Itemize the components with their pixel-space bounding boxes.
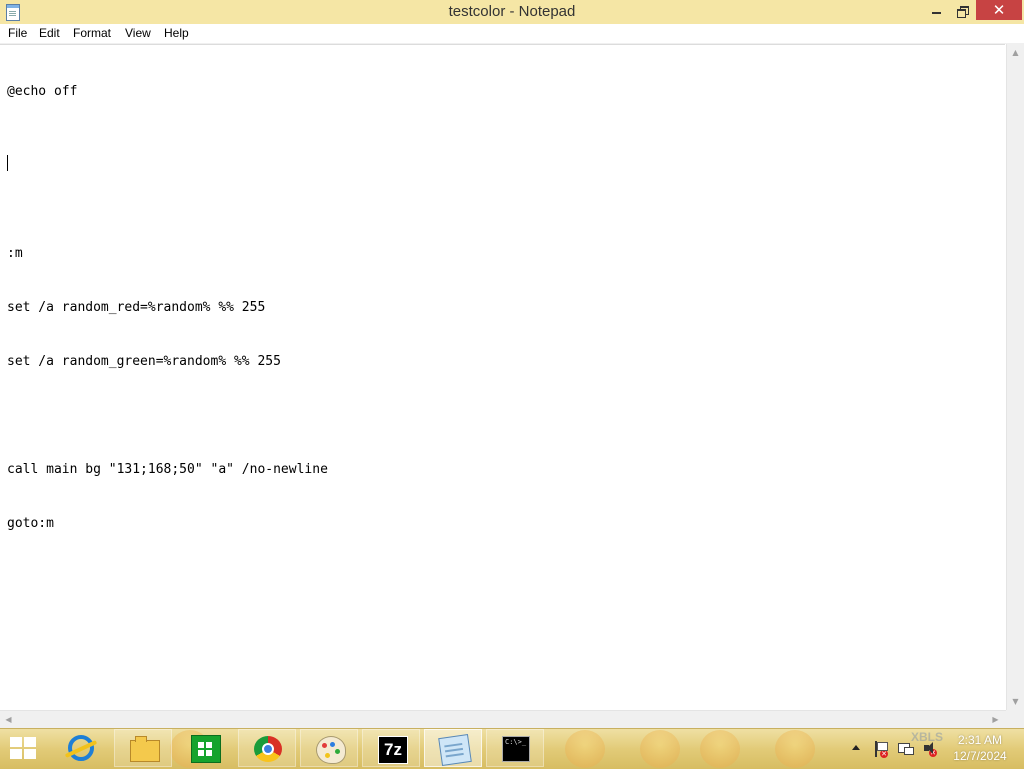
- chrome-icon: [254, 736, 282, 762]
- wallpaper-face: [640, 730, 680, 768]
- menu-edit[interactable]: Edit: [35, 25, 64, 41]
- store-icon: [191, 735, 221, 763]
- size-grip[interactable]: [1006, 710, 1024, 728]
- scroll-down-icon[interactable]: ▼: [1007, 693, 1024, 710]
- show-hidden-icons-chevron-icon[interactable]: [852, 745, 860, 750]
- windows-logo-pane: [24, 749, 36, 759]
- restore-icon: [957, 5, 969, 18]
- start-button[interactable]: [10, 737, 38, 761]
- menu-format[interactable]: Format: [69, 25, 115, 41]
- clock-time: 2:31 AM: [957, 733, 1003, 747]
- volume-icon[interactable]: ✕: [922, 741, 937, 757]
- taskbar-7zip[interactable]: 7z: [362, 729, 420, 767]
- code-line: :m: [7, 246, 23, 261]
- vertical-scrollbar[interactable]: ▲ ▼: [1006, 44, 1024, 710]
- clock-date: 12/7/2024: [953, 749, 1007, 763]
- code-line: goto:m: [7, 516, 54, 531]
- scroll-up-icon[interactable]: ▲: [1007, 44, 1024, 61]
- taskbar-internet-explorer[interactable]: [52, 729, 110, 767]
- scroll-left-icon[interactable]: ◀: [0, 711, 17, 728]
- window-title: testcolor - Notepad: [448, 3, 576, 20]
- menu-bar: File Edit Format View Help: [0, 24, 1024, 44]
- code-line: @echo off: [7, 84, 78, 99]
- 7zip-icon: 7z: [378, 736, 408, 764]
- minimize-button[interactable]: [922, 0, 950, 20]
- taskbar-notepad[interactable]: [424, 729, 482, 767]
- close-icon: ✕: [992, 1, 1006, 19]
- minimize-icon: [931, 11, 941, 14]
- taskbar-store[interactable]: [176, 729, 234, 767]
- file-explorer-icon: [130, 736, 160, 762]
- action-center-flag-icon[interactable]: ✕: [873, 741, 888, 758]
- taskbar-chrome[interactable]: [238, 729, 296, 767]
- network-icon[interactable]: [898, 741, 914, 755]
- error-badge-icon: ✕: [880, 750, 888, 758]
- wallpaper-face: [700, 730, 740, 768]
- mute-badge-icon: ✕: [929, 749, 937, 757]
- wallpaper-face: [775, 730, 815, 768]
- close-button[interactable]: ✕: [976, 0, 1022, 20]
- store-pane: [206, 742, 212, 748]
- code-line: set /a random_green=%random% %% 255: [7, 354, 281, 369]
- menu-view[interactable]: View: [121, 25, 155, 41]
- text-caret: [7, 155, 8, 171]
- taskbar-file-explorer[interactable]: [114, 729, 172, 767]
- title-bar[interactable]: testcolor - Notepad ✕: [0, 0, 1024, 25]
- restore-button[interactable]: [948, 0, 976, 20]
- windows-logo-pane: [10, 749, 22, 759]
- store-pane: [198, 742, 204, 748]
- code-line: set /a random_red=%random% %% 255: [7, 300, 266, 315]
- store-pane: [206, 750, 212, 756]
- windows-logo-icon: [10, 737, 22, 747]
- taskbar-clock[interactable]: 2:31 AM 12/7/2024: [948, 732, 1012, 764]
- paint-icon: [316, 736, 346, 764]
- editor-content[interactable]: @echo off :m set /a random_red=%random% …: [7, 47, 328, 569]
- wallpaper-face: [565, 730, 605, 768]
- code-line: call main bg "131;168;50" "a" /no-newlin…: [7, 462, 328, 477]
- menu-help[interactable]: Help: [160, 25, 193, 41]
- text-editor[interactable]: @echo off :m set /a random_red=%random% …: [0, 44, 1005, 711]
- notepad-icon: [438, 734, 472, 766]
- taskbar-paint[interactable]: [300, 729, 358, 767]
- menu-file[interactable]: File: [4, 25, 31, 41]
- scroll-right-icon[interactable]: ▶: [987, 711, 1004, 728]
- horizontal-scrollbar[interactable]: ◀ ▶: [0, 710, 1006, 728]
- internet-explorer-icon: [68, 735, 94, 761]
- windows-logo-pane: [24, 737, 36, 747]
- store-pane: [198, 750, 204, 756]
- taskbar-command-prompt[interactable]: C:\>_: [486, 729, 544, 767]
- command-prompt-icon: C:\>_: [502, 736, 530, 762]
